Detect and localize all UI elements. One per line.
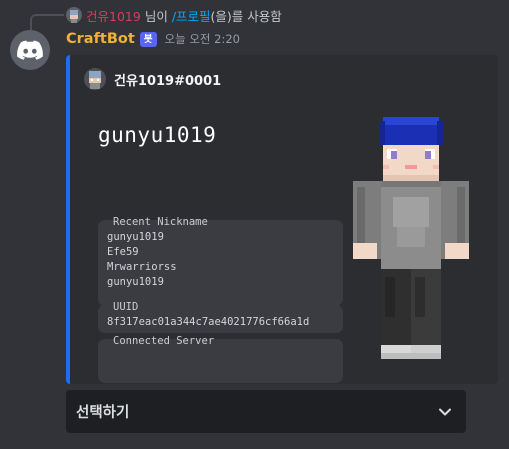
nickname-item: gunyu1019 [107,276,164,288]
select-placeholder: 선택하기 [76,405,130,421]
embed-author-name: 건유1019#0001 [114,73,222,89]
reply-username[interactable]: 건유1019 [86,6,141,25]
nickname-item: Efe59 [107,246,139,258]
recent-nickname-list: gunyu1019 Efe59 Mrwarriorss gunyu1019 [107,230,177,290]
uuid-box: UUID 8f317eac01a344c7ae4021776cf66a1d [98,301,343,333]
bot-badge: 봇 [139,31,157,47]
author-avatar-icon [84,68,106,90]
user-avatar-icon[interactable] [66,7,82,23]
embed-accent-bar [66,55,70,384]
reply-text: 님이 [144,8,168,24]
uuid-value: 8f317eac01a344c7ae4021776cf66a1d [107,316,310,328]
profile-embed: 건유1019#0001 gunyu1019 Recent Nickname gu… [66,55,498,384]
nickname-item: gunyu1019 [107,231,164,243]
player-name: gunyu1019 [98,123,217,147]
reply-reference[interactable]: 건유1019 님이 /프로필 (을)를 사용함 [66,6,282,24]
reply-spine [30,14,64,30]
embed-author: 건유1019#0001 [84,68,221,90]
uuid-label: UUID [113,301,139,313]
profile-card: gunyu1019 Recent Nickname gunyu1019 Efe5… [94,115,344,383]
message-timestamp[interactable]: 오늘 오전 2:20 [165,31,240,47]
connected-server-label: Connected Server [113,335,215,347]
message-header: CraftBot 봇 오늘 오전 2:20 [66,29,240,49]
nickname-item: Mrwarriorss [107,261,177,273]
minecraft-skin-image [353,117,469,359]
bot-avatar[interactable] [10,30,50,70]
chevron-down-icon [439,408,451,415]
recent-nickname-box: Recent Nickname gunyu1019 Efe59 Mrwarrio… [98,216,343,306]
reply-command[interactable]: /프로필 [172,6,211,25]
recent-nickname-label: Recent Nickname [113,216,208,228]
select-menu[interactable]: 선택하기 [66,390,466,433]
connected-server-box: Connected Server [98,335,343,383]
reply-tail-text: (을)를 사용함 [210,8,282,24]
discord-logo-icon [17,40,43,60]
bot-name[interactable]: CraftBot [66,31,135,47]
